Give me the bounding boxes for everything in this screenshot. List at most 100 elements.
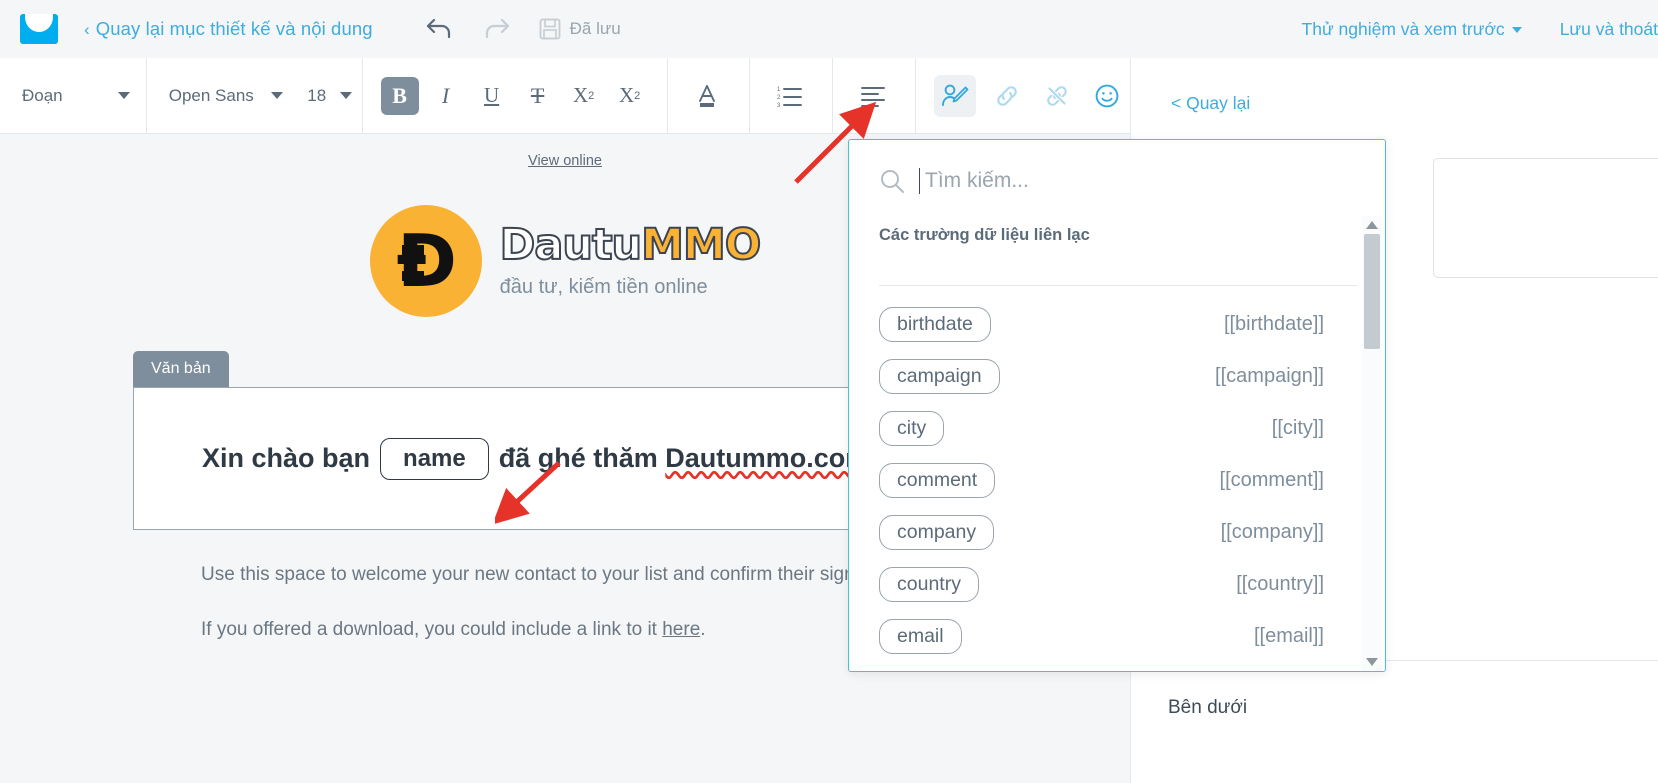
search-magnifier-icon — [879, 168, 905, 194]
chevron-down-icon — [1511, 26, 1522, 33]
body-paragraph-2-pre: If you offered a download, you could inc… — [201, 619, 663, 641]
merge-tag-row[interactable]: email [[email]] — [879, 610, 1324, 662]
merge-tag-search-input[interactable]: Tìm kiếm... — [925, 169, 1029, 193]
merge-tag-token: [[company]] — [1220, 520, 1324, 543]
merge-tag-chip[interactable]: fax — [879, 670, 942, 671]
font-size-value: 18 — [307, 85, 327, 105]
save-and-exit-button[interactable]: Lưu và thoát — [1560, 19, 1658, 40]
merge-tag-row[interactable]: company [[company]] — [879, 506, 1324, 558]
top-bar-actions: Thử nghiệm và xem trước Lưu và thoát — [1302, 19, 1658, 40]
merge-tag-scrollbar[interactable] — [1362, 216, 1382, 671]
merge-tag-chip[interactable]: country — [879, 566, 979, 602]
undo-icon[interactable] — [425, 16, 455, 42]
merge-tag-row[interactable]: comment [[comment]] — [879, 454, 1324, 506]
preview-and-test-button[interactable]: Thử nghiệm và xem trước — [1302, 19, 1522, 40]
svg-text:1: 1 — [777, 87, 781, 93]
merge-tag-token-name[interactable]: name — [380, 437, 489, 480]
merge-tag-token: [[email]] — [1253, 624, 1324, 647]
scrollbar-thumb[interactable] — [1364, 234, 1380, 349]
merge-tag-row[interactable]: fax[[fax]] — [879, 662, 1324, 671]
unlink-button[interactable] — [1038, 77, 1076, 115]
merge-tag-token: [[campaign]] — [1215, 364, 1324, 387]
body-paragraph-2[interactable]: If you offered a download, you could inc… — [201, 615, 901, 644]
body-inline-link[interactable]: here — [662, 619, 700, 640]
toolbar-divider — [361, 57, 363, 134]
brand-letter-bar-bottom — [401, 271, 424, 281]
merge-tag-row[interactable]: birthdate [[birthdate]] — [879, 298, 1324, 350]
right-pane-divider — [1385, 660, 1658, 661]
underline-button[interactable]: U — [473, 77, 511, 115]
body-paragraph-1[interactable]: Use this space to welcome your new conta… — [201, 560, 901, 589]
merge-tag-search-row[interactable]: Tìm kiếm... — [849, 140, 1385, 204]
italic-button[interactable]: I — [427, 77, 465, 115]
text-cursor — [919, 168, 920, 194]
mailchimp-envelope-logo[interactable] — [20, 14, 58, 44]
redo-icon[interactable] — [481, 16, 511, 42]
merge-tag-token: [[birthdate]] — [1223, 312, 1324, 335]
merge-tag-dropdown-panel: Tìm kiếm... Các trường dữ liệu liên lạc … — [848, 139, 1386, 672]
link-button[interactable] — [988, 77, 1026, 115]
strikethrough-label: T — [530, 82, 545, 108]
brand-subtitle: đầu tư, kiếm tiền online — [499, 275, 708, 298]
merge-tag-chip[interactable]: birthdate — [879, 306, 991, 342]
personalize-button[interactable] — [934, 74, 977, 117]
align-left-button[interactable] — [849, 77, 903, 115]
brand-circle-icon: Ð — [369, 205, 482, 317]
font-family-value: Open Sans — [168, 85, 254, 105]
merge-tag-heading-divider — [879, 285, 1357, 286]
subscript-button[interactable]: X2 — [565, 77, 603, 115]
superscript-button[interactable]: X2 — [611, 77, 649, 115]
brand-title-first: Dautu — [499, 219, 643, 270]
merge-tag-chip[interactable]: comment — [879, 462, 996, 498]
brand-text-block: DautuMMO đầu tư, kiếm tiền online — [499, 222, 763, 299]
superscript-label: X — [618, 83, 635, 107]
emoji-button[interactable] — [1088, 77, 1126, 115]
toolbar-divider — [915, 57, 917, 134]
headline-prefix: Xin chào bạn — [202, 443, 371, 473]
subscript-sup: 2 — [588, 89, 595, 102]
font-family-select[interactable]: Open Sans — [147, 58, 300, 134]
headline-link: Dautummo.com — [665, 443, 870, 473]
back-to-design-link[interactable]: ‹ Quay lại mục thiết kế và nội dung — [84, 18, 373, 40]
toolbar-divider — [666, 57, 668, 134]
bold-label: B — [392, 82, 407, 108]
brand-title: DautuMMO — [499, 222, 763, 267]
paragraph-style-value: Đoạn — [22, 85, 63, 105]
top-bar: ‹ Quay lại mục thiết kế và nội dung Đã l… — [0, 0, 1658, 58]
preview-and-test-label: Thử nghiệm và xem trước — [1301, 18, 1505, 39]
merge-tag-row[interactable]: campaign [[campaign]] — [879, 350, 1324, 402]
numbered-list-button[interactable]: 1 2 3 — [766, 77, 820, 115]
strikethrough-button[interactable]: T — [519, 77, 557, 115]
merge-tag-field-list[interactable]: birthdate [[birthdate]] campaign [[campaign… — [849, 298, 1354, 671]
right-pane-below-label: Bên dưới — [1168, 697, 1248, 718]
merge-tag-chip[interactable]: campaign — [879, 358, 1000, 394]
right-pane-card[interactable] — [1433, 158, 1658, 278]
svg-text:3: 3 — [777, 103, 781, 108]
bold-button[interactable]: B — [380, 76, 419, 115]
tab-text-block[interactable]: Văn bản — [133, 351, 229, 387]
triangle-down-icon — [1366, 658, 1378, 666]
back-to-design-label: Quay lại mục thiết kế và nội dung — [95, 18, 373, 39]
merge-tag-row[interactable]: country [[country]] — [879, 558, 1324, 610]
merge-tag-chip[interactable]: email — [879, 618, 962, 654]
font-size-select[interactable]: 18 — [299, 58, 361, 134]
app-root: ‹ Quay lại mục thiết kế và nội dung Đã l… — [0, 0, 1658, 783]
merge-tag-chip[interactable]: city — [879, 410, 945, 446]
history-controls — [425, 16, 511, 42]
merge-tag-token: [[comment]] — [1219, 468, 1324, 491]
brand-letter: Ð — [396, 219, 457, 303]
merge-tag-row[interactable]: city [[city]] — [879, 402, 1324, 454]
scroll-up-arrow[interactable] — [1362, 216, 1382, 234]
merge-tag-token: [[country]] — [1236, 572, 1324, 595]
scroll-down-arrow[interactable] — [1362, 653, 1382, 671]
list-group: 1 2 3 — [762, 58, 824, 134]
text-color-group — [679, 58, 741, 134]
merge-tag-chip[interactable]: company — [879, 514, 995, 550]
saved-status: Đã lưu — [539, 18, 621, 40]
svg-text:2: 2 — [777, 95, 781, 101]
superscript-sup: 2 — [634, 89, 641, 102]
text-color-button[interactable] — [683, 77, 737, 115]
paragraph-style-select[interactable]: Đoạn — [0, 57, 147, 134]
chevron-down-icon — [117, 92, 130, 99]
right-pane-back-link[interactable]: < Quay lại — [1171, 93, 1658, 114]
